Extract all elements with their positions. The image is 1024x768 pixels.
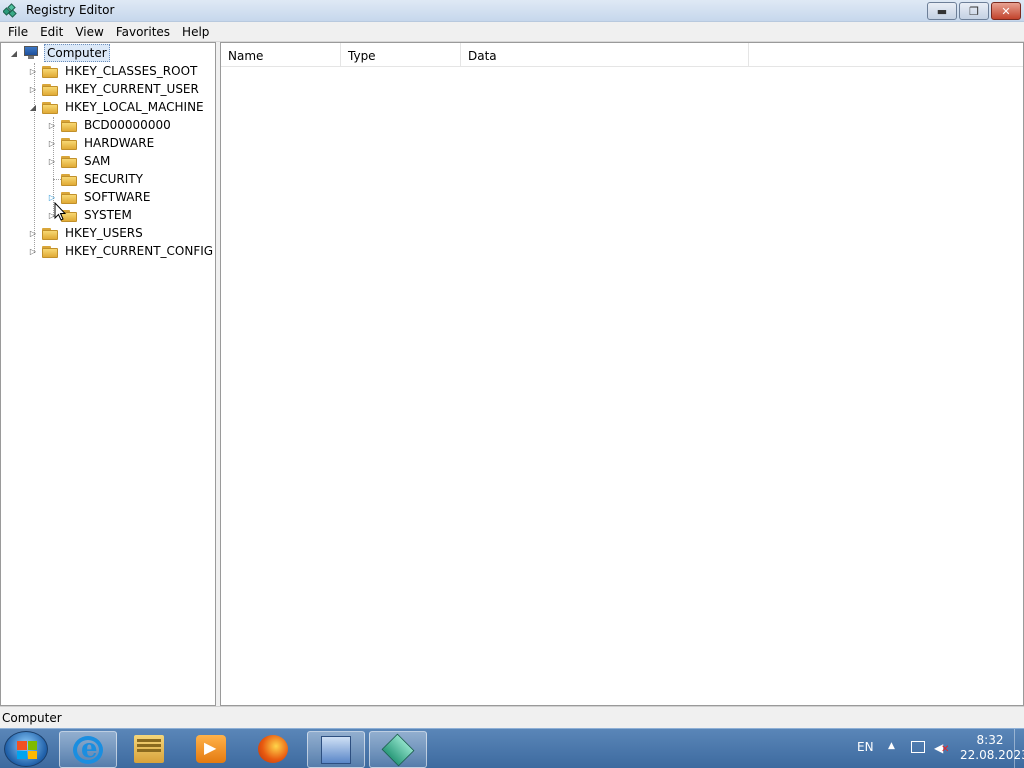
folder-icon <box>42 83 58 96</box>
tree-item-label: SAM <box>84 154 111 168</box>
tree-item-hkey-current-user[interactable]: ▷ HKEY_CURRENT_USER <box>28 80 201 98</box>
tree-item-hkey-current-config[interactable]: ▷ HKEY_CURRENT_CONFIG <box>28 242 215 260</box>
collapse-arrow-icon[interactable]: ◢ <box>9 48 19 58</box>
menu-edit[interactable]: Edit <box>34 22 69 42</box>
collapse-arrow-icon[interactable]: ◢ <box>28 102 38 112</box>
taskbar-media-player[interactable] <box>183 731 241 768</box>
menu-help[interactable]: Help <box>176 22 215 42</box>
taskbar-windows-explorer[interactable] <box>121 731 179 768</box>
restore-icon: ❐ <box>969 4 979 18</box>
folder-icon <box>61 119 77 132</box>
tree-item-label: SYSTEM <box>84 208 132 222</box>
folder-icon <box>61 155 77 168</box>
mouse-cursor-icon <box>54 202 67 221</box>
tree-item-hkey-local-machine[interactable]: ◢ HKEY_LOCAL_MACHINE <box>28 98 206 116</box>
expand-arrow-icon[interactable]: ▷ <box>28 246 38 256</box>
windows-logo-icon <box>17 741 37 759</box>
status-path: Computer <box>2 711 62 725</box>
folder-open-icon <box>42 101 58 114</box>
system-tray: EN ▲ ◀ ✕ 8:32 22.08.2023 <box>824 729 1024 768</box>
column-header-type[interactable]: Type <box>341 43 461 67</box>
expand-arrow-icon[interactable]: ▷ <box>47 156 57 166</box>
taskbar: EN ▲ ◀✕ 8:32 22.08.2023 <box>0 728 1024 768</box>
tree-item-bcd00000000[interactable]: ▷ BCD00000000 <box>47 116 173 134</box>
start-button[interactable] <box>4 731 48 767</box>
expand-arrow-icon[interactable]: ▷ <box>28 84 38 94</box>
tree-item-label: Computer <box>44 44 110 62</box>
internet-explorer-icon <box>73 734 103 764</box>
network-icon[interactable] <box>911 741 925 753</box>
menu-file[interactable]: File <box>0 22 34 42</box>
menu-bar: File Edit View Favorites Help <box>0 22 1024 42</box>
tree-item-label: BCD00000000 <box>84 118 171 132</box>
tree-item-label: HARDWARE <box>84 136 155 150</box>
status-bar: Computer <box>0 706 1024 728</box>
tree-item-security[interactable]: SECURITY <box>47 170 145 188</box>
firefox-icon <box>258 735 288 763</box>
clock-time: 8:32 <box>976 733 1004 747</box>
column-header-name[interactable]: Name <box>221 43 341 67</box>
column-header-data[interactable]: Data <box>461 43 749 67</box>
tree-item-hkey-users[interactable]: ▷ HKEY_USERS <box>28 224 145 242</box>
show-hidden-icons-arrow-icon[interactable]: ▲ <box>888 741 895 751</box>
tree-item-computer[interactable]: ◢ Computer <box>9 44 110 62</box>
tree-item-label: SECURITY <box>84 172 143 186</box>
window-title: Registry Editor <box>26 3 115 17</box>
taskbar-firefox[interactable] <box>245 731 303 768</box>
tree-item-label: HKEY_USERS <box>65 226 143 240</box>
tree-item-label: HKEY_CURRENT_CONFIG <box>65 244 214 258</box>
taskbar-remote-desktop[interactable] <box>307 731 365 768</box>
tree-item-label: HKEY_CURRENT_USER <box>65 82 199 96</box>
tree-item-label: SOFTWARE <box>84 190 151 204</box>
windows-explorer-icon <box>134 735 164 763</box>
expand-arrow-icon[interactable]: ▷ <box>47 192 57 202</box>
values-list-pane[interactable]: Name Type Data <box>220 42 1024 706</box>
clock-date: 22.08.2023 <box>960 748 1024 762</box>
window-controls: ▬ ❐ ✕ <box>925 2 1021 20</box>
title-bar[interactable]: Registry Editor ▬ ❐ ✕ <box>0 0 1024 22</box>
taskbar-internet-explorer[interactable] <box>59 731 117 768</box>
restore-button[interactable]: ❐ <box>959 2 989 20</box>
menu-view[interactable]: View <box>69 22 109 42</box>
folder-icon <box>61 173 77 186</box>
media-player-icon <box>196 735 226 763</box>
expand-arrow-icon[interactable]: ▷ <box>47 120 57 130</box>
tree-item-hardware[interactable]: ▷ HARDWARE <box>47 134 156 152</box>
folder-icon <box>61 137 77 150</box>
folder-icon <box>42 227 58 240</box>
clock[interactable]: 8:32 22.08.2023 <box>960 733 1024 763</box>
computer-icon <box>23 46 39 60</box>
language-indicator[interactable]: EN <box>857 740 874 754</box>
registry-editor-app-icon <box>3 3 17 18</box>
minimize-button[interactable]: ▬ <box>927 2 957 20</box>
tree-item-sam[interactable]: ▷ SAM <box>47 152 112 170</box>
list-header: Name Type Data <box>221 43 1023 67</box>
close-icon: ✕ <box>1001 4 1011 18</box>
key-tree-pane[interactable]: ◢ Computer ▷ HKEY_CLASSES_ROOT ▷ HKEY_CU… <box>0 42 216 706</box>
folder-icon <box>42 65 58 78</box>
tree-item-label: HKEY_LOCAL_MACHINE <box>65 100 204 114</box>
menu-favorites[interactable]: Favorites <box>110 22 176 42</box>
folder-icon <box>42 245 58 258</box>
taskbar-registry-editor[interactable] <box>369 731 427 768</box>
volume-muted-icon[interactable]: ◀ ✕ <box>934 741 949 755</box>
tree-item-label: HKEY_CLASSES_ROOT <box>65 64 198 78</box>
show-desktop-button[interactable] <box>1014 729 1024 768</box>
expand-arrow-icon[interactable]: ▷ <box>28 66 38 76</box>
minimize-icon: ▬ <box>936 4 948 18</box>
tree-item-hkey-classes-root[interactable]: ▷ HKEY_CLASSES_ROOT <box>28 62 199 80</box>
registry-editor-icon <box>381 733 415 767</box>
expand-arrow-icon[interactable]: ▷ <box>28 228 38 238</box>
remote-desktop-icon <box>321 736 351 764</box>
expand-arrow-icon[interactable]: ▷ <box>47 138 57 148</box>
close-button[interactable]: ✕ <box>991 2 1021 20</box>
